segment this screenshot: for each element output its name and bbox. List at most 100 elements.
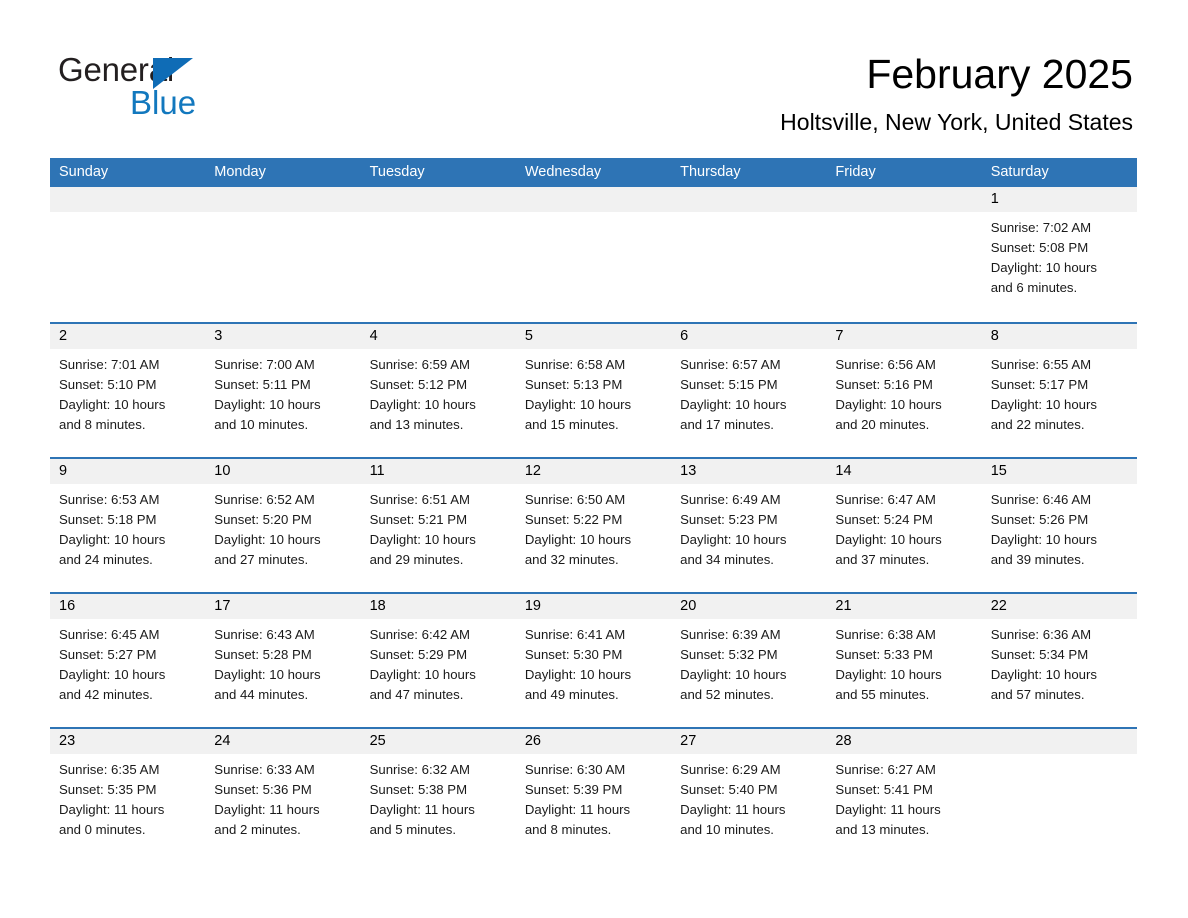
sunrise-text: Sunrise: 6:58 AM [524, 357, 626, 372]
day-cell[interactable]: 12 Sunrise: 6:50 AM Sunset: 5:22 PM Dayl… [515, 459, 672, 592]
daylight-text-line1: Daylight: 10 hours [524, 397, 632, 412]
page-title: February 2025 [866, 51, 1133, 97]
day-cell[interactable]: 16 Sunrise: 6:45 AM Sunset: 5:27 PM Dayl… [50, 594, 206, 727]
sunset-text: Sunset: 5:33 PM [835, 647, 933, 662]
day-details: Sunrise: 6:41 AM Sunset: 5:30 PM Dayligh… [516, 619, 671, 705]
day-number-strip: 16 [50, 594, 206, 619]
day-number: 23 [59, 733, 76, 749]
sunrise-text: Sunrise: 7:02 AM [990, 220, 1092, 235]
day-cell[interactable]: 24 Sunrise: 6:33 AM Sunset: 5:36 PM Dayl… [205, 729, 361, 862]
day-number-strip: 5 [515, 324, 672, 349]
day-number: 8 [990, 328, 999, 344]
day-details: Sunrise: 7:00 AM Sunset: 5:11 PM Dayligh… [205, 349, 360, 435]
sunset-text: Sunset: 5:23 PM [680, 512, 778, 527]
sunrise-text: Sunrise: 6:45 AM [59, 627, 160, 642]
sunrise-text: Sunrise: 6:30 AM [524, 762, 626, 777]
day-cell[interactable] [205, 187, 361, 322]
day-cell[interactable]: 7 Sunrise: 6:56 AM Sunset: 5:16 PM Dayli… [826, 324, 982, 457]
day-cell[interactable]: 3 Sunrise: 7:00 AM Sunset: 5:11 PM Dayli… [205, 324, 361, 457]
day-cell[interactable]: 18 Sunrise: 6:42 AM Sunset: 5:29 PM Dayl… [360, 594, 516, 727]
daylight-text-line1: Daylight: 10 hours [369, 397, 476, 412]
day-cell[interactable]: 27 Sunrise: 6:29 AM Sunset: 5:40 PM Dayl… [671, 729, 827, 862]
daylight-text-line1: Daylight: 10 hours [835, 397, 942, 412]
daylight-text-line1: Daylight: 10 hours [835, 532, 942, 547]
day-cell[interactable] [981, 729, 1137, 862]
daylight-text-line1: Daylight: 10 hours [59, 397, 166, 412]
day-number: 3 [214, 328, 223, 344]
day-details: Sunrise: 7:02 AM Sunset: 5:08 PM Dayligh… [982, 212, 1137, 298]
day-cell[interactable] [50, 187, 206, 322]
day-cell[interactable]: 15 Sunrise: 6:46 AM Sunset: 5:26 PM Dayl… [981, 459, 1137, 592]
day-number-strip [205, 187, 361, 212]
daylight-text-line2: and 29 minutes. [369, 552, 464, 567]
sunrise-text: Sunrise: 6:56 AM [835, 357, 936, 372]
day-details [361, 212, 516, 218]
day-cell[interactable]: 14 Sunrise: 6:47 AM Sunset: 5:24 PM Dayl… [826, 459, 982, 592]
day-cell[interactable]: 6 Sunrise: 6:57 AM Sunset: 5:15 PM Dayli… [671, 324, 827, 457]
generalblue-logo[interactable]: General Blue [58, 52, 318, 122]
day-cell[interactable] [360, 187, 516, 322]
day-number-strip: 23 [50, 729, 206, 754]
day-cell[interactable]: 26 Sunrise: 6:30 AM Sunset: 5:39 PM Dayl… [515, 729, 672, 862]
day-number-strip: 24 [205, 729, 361, 754]
daylight-text-line2: and 27 minutes. [214, 552, 309, 567]
day-cell[interactable]: 28 Sunrise: 6:27 AM Sunset: 5:41 PM Dayl… [826, 729, 982, 862]
day-cell[interactable]: 21 Sunrise: 6:38 AM Sunset: 5:33 PM Dayl… [826, 594, 982, 727]
weekday-header-monday: Monday [214, 164, 266, 180]
day-cell[interactable] [826, 187, 982, 322]
day-cell[interactable]: 23 Sunrise: 6:35 AM Sunset: 5:35 PM Dayl… [50, 729, 206, 862]
day-details: Sunrise: 6:38 AM Sunset: 5:33 PM Dayligh… [826, 619, 981, 705]
sunrise-text: Sunrise: 6:46 AM [990, 492, 1092, 507]
day-cell[interactable]: 5 Sunrise: 6:58 AM Sunset: 5:13 PM Dayli… [515, 324, 672, 457]
daylight-text-line2: and 34 minutes. [680, 552, 774, 567]
day-number: 26 [524, 733, 541, 749]
day-number: 6 [680, 328, 689, 344]
sunset-text: Sunset: 5:24 PM [835, 512, 933, 527]
sunrise-text: Sunrise: 6:47 AM [835, 492, 936, 507]
daylight-text-line1: Daylight: 10 hours [59, 667, 166, 682]
daylight-text-line1: Daylight: 10 hours [369, 667, 476, 682]
day-cell[interactable]: 19 Sunrise: 6:41 AM Sunset: 5:30 PM Dayl… [515, 594, 672, 727]
day-cell[interactable]: 2 Sunrise: 7:01 AM Sunset: 5:10 PM Dayli… [50, 324, 206, 457]
day-cell[interactable]: 1 Sunrise: 7:02 AM Sunset: 5:08 PM Dayli… [981, 187, 1137, 322]
daylight-text-line2: and 22 minutes. [990, 417, 1085, 432]
daylight-text-line2: and 20 minutes. [835, 417, 930, 432]
day-cell[interactable]: 22 Sunrise: 6:36 AM Sunset: 5:34 PM Dayl… [981, 594, 1137, 727]
day-cell[interactable]: 20 Sunrise: 6:39 AM Sunset: 5:32 PM Dayl… [671, 594, 827, 727]
day-number: 14 [835, 463, 852, 479]
sunset-text: Sunset: 5:41 PM [835, 782, 933, 797]
day-details: Sunrise: 6:58 AM Sunset: 5:13 PM Dayligh… [516, 349, 671, 435]
sunset-text: Sunset: 5:20 PM [214, 512, 312, 527]
day-number: 28 [835, 733, 852, 749]
day-number: 25 [369, 733, 386, 749]
day-number: 7 [835, 328, 844, 344]
daylight-text-line2: and 52 minutes. [680, 687, 774, 702]
sunrise-text: Sunrise: 6:33 AM [214, 762, 315, 777]
day-details: Sunrise: 6:59 AM Sunset: 5:12 PM Dayligh… [361, 349, 516, 435]
daylight-text-line1: Daylight: 10 hours [369, 532, 476, 547]
day-number-strip: 20 [671, 594, 827, 619]
day-details: Sunrise: 6:55 AM Sunset: 5:17 PM Dayligh… [982, 349, 1137, 435]
day-cell[interactable]: 11 Sunrise: 6:51 AM Sunset: 5:21 PM Dayl… [360, 459, 516, 592]
day-number-strip: 19 [515, 594, 672, 619]
day-details: Sunrise: 7:01 AM Sunset: 5:10 PM Dayligh… [50, 349, 205, 435]
day-number-strip: 22 [981, 594, 1137, 619]
sunset-text: Sunset: 5:38 PM [369, 782, 468, 797]
day-number-strip: 28 [826, 729, 982, 754]
day-number-strip: 15 [981, 459, 1137, 484]
day-cell[interactable]: 8 Sunrise: 6:55 AM Sunset: 5:17 PM Dayli… [981, 324, 1137, 457]
week-row: 23 Sunrise: 6:35 AM Sunset: 5:35 PM Dayl… [50, 727, 1137, 862]
day-cell[interactable]: 9 Sunrise: 6:53 AM Sunset: 5:18 PM Dayli… [50, 459, 206, 592]
day-cell[interactable] [515, 187, 672, 322]
day-cell[interactable]: 13 Sunrise: 6:49 AM Sunset: 5:23 PM Dayl… [671, 459, 827, 592]
sunset-text: Sunset: 5:18 PM [59, 512, 157, 527]
day-number: 16 [59, 598, 76, 614]
day-cell[interactable]: 10 Sunrise: 6:52 AM Sunset: 5:20 PM Dayl… [205, 459, 361, 592]
daylight-text-line2: and 10 minutes. [214, 417, 309, 432]
day-details: Sunrise: 6:49 AM Sunset: 5:23 PM Dayligh… [671, 484, 826, 570]
day-cell[interactable]: 4 Sunrise: 6:59 AM Sunset: 5:12 PM Dayli… [360, 324, 516, 457]
day-cell[interactable]: 17 Sunrise: 6:43 AM Sunset: 5:28 PM Dayl… [205, 594, 361, 727]
day-cell[interactable]: 25 Sunrise: 6:32 AM Sunset: 5:38 PM Dayl… [360, 729, 516, 862]
day-cell[interactable] [671, 187, 827, 322]
sunrise-text: Sunrise: 7:01 AM [59, 357, 160, 372]
